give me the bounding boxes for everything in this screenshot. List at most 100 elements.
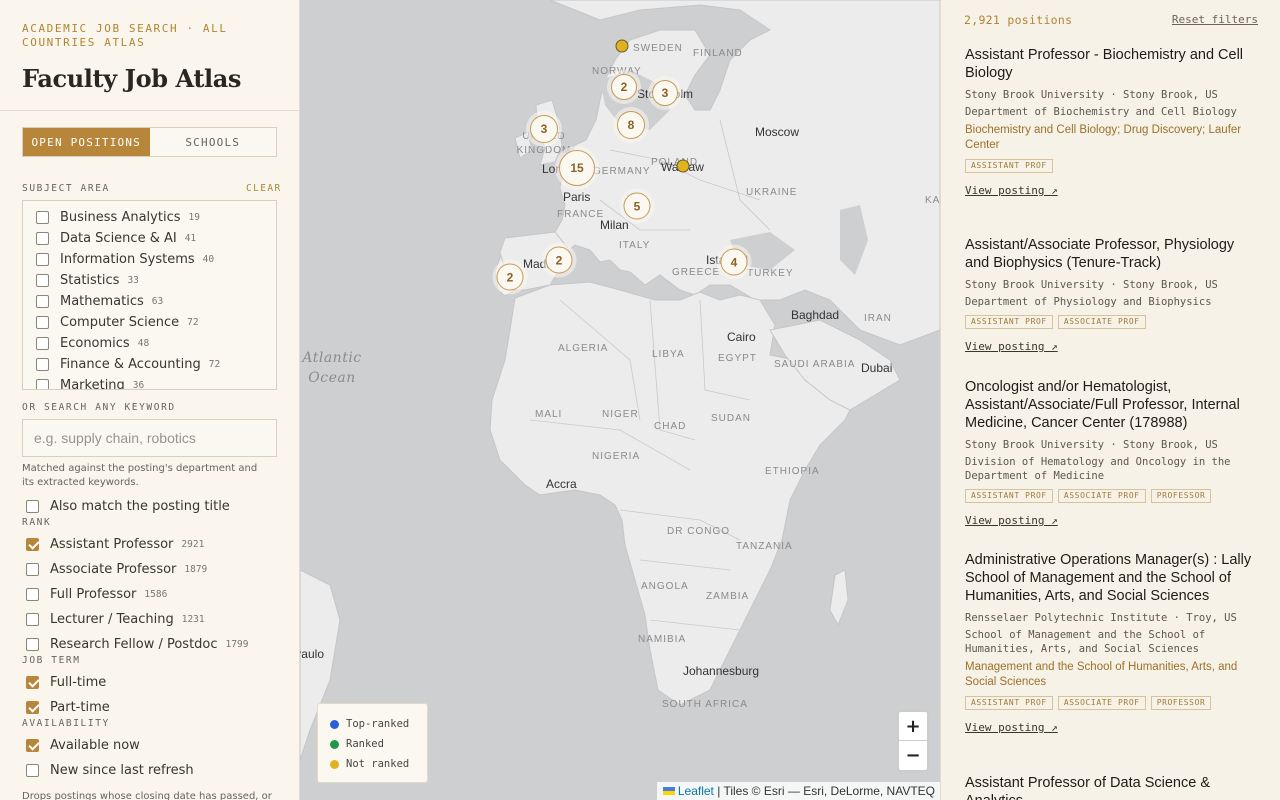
job-department: Division of Hematology and Oncology in t… xyxy=(965,456,1231,482)
view-posting-link[interactable]: View posting ↗ xyxy=(965,184,1058,197)
view-posting-link[interactable]: View posting ↗ xyxy=(965,514,1058,527)
subject-area-list[interactable]: Business Analytics 19 Data Science & AI 41… xyxy=(22,200,277,390)
checkbox[interactable] xyxy=(26,562,39,576)
subject-item[interactable]: Computer Science 72 xyxy=(23,312,276,333)
map-cluster-marker[interactable]: 3 xyxy=(652,80,678,106)
job-card: Oncologist and/or Hematologist, Assistan… xyxy=(965,378,1259,528)
rank-tag: PROFESSOR xyxy=(1150,696,1212,710)
leaflet-link[interactable]: Leaflet xyxy=(678,784,714,798)
availability-label: AVAILABILITY xyxy=(22,718,110,729)
schools-tab[interactable]: SCHOOLS xyxy=(150,128,277,156)
checkbox[interactable] xyxy=(26,738,39,752)
view-posting-link[interactable]: View posting ↗ xyxy=(965,340,1058,353)
checkbox[interactable] xyxy=(26,700,39,714)
country-label: FINLAND xyxy=(693,48,743,59)
rank-option[interactable]: Research Fellow / Postdoc 1799 xyxy=(26,636,248,652)
zoom-out-button[interactable]: − xyxy=(899,741,927,770)
subject-item[interactable]: Economics 48 xyxy=(23,333,276,354)
checkbox[interactable] xyxy=(26,499,39,513)
checkbox[interactable] xyxy=(36,337,49,350)
city-label: Paris xyxy=(563,190,591,204)
job-institution: Stony Brook University · Stony Brook, US xyxy=(965,89,1218,101)
subject-item[interactable]: Statistics 33 xyxy=(23,270,276,291)
rank-option[interactable]: Assistant Professor 2921 xyxy=(26,536,204,552)
job-title[interactable]: Oncologist and/or Hematologist, Assistan… xyxy=(965,378,1259,432)
subject-item[interactable]: Data Science & AI 41 xyxy=(23,228,276,249)
country-label: ITALY xyxy=(619,240,651,251)
dot-icon xyxy=(330,759,339,769)
rank-tag: ASSISTANT PROF xyxy=(965,159,1053,173)
legend-item-not-ranked: Not ranked xyxy=(330,754,415,774)
country-label: ALGERIA xyxy=(558,343,609,354)
rank-label: RANK xyxy=(22,517,52,528)
job-term-option[interactable]: Full-time xyxy=(26,674,106,690)
zoom-control: + − xyxy=(897,710,929,772)
country-label: FRANCE xyxy=(557,209,605,220)
job-title[interactable]: Administrative Operations Manager(s) : L… xyxy=(965,551,1259,605)
job-title[interactable]: Assistant Professor of Data Science & An… xyxy=(965,774,1259,800)
map-cluster-marker[interactable]: 2 xyxy=(496,263,524,291)
checkbox[interactable] xyxy=(26,675,39,689)
job-card: Assistant Professor of Data Science & An… xyxy=(965,774,1259,800)
job-tags: ASSISTANT PROF ASSOCIATE PROF xyxy=(965,315,1259,329)
subject-item[interactable]: Mathematics 63 xyxy=(23,291,276,312)
job-title[interactable]: Assistant Professor - Biochemistry and C… xyxy=(965,46,1259,82)
view-posting-link[interactable]: View posting ↗ xyxy=(965,721,1058,734)
rank-tag: ASSISTANT PROF xyxy=(965,696,1053,710)
map-pin-not-ranked[interactable] xyxy=(676,159,690,173)
map-cluster-marker[interactable]: 2 xyxy=(611,74,637,100)
tiles-attribution: | Tiles © Esri — Esri, DeLorme, NAVTEQ xyxy=(717,784,935,798)
map-view[interactable]: SWEDEN FINLAND NORWAY UNITED KINGDOM POL… xyxy=(300,0,940,800)
checkbox[interactable] xyxy=(36,253,49,266)
job-department: Department of Biochemistry and Cell Biol… xyxy=(965,106,1237,118)
map-pin-not-ranked[interactable] xyxy=(615,39,629,53)
checkbox[interactable] xyxy=(26,763,39,777)
checkbox[interactable] xyxy=(36,316,49,329)
checkbox[interactable] xyxy=(26,537,39,551)
job-title[interactable]: Assistant/Associate Professor, Physiolog… xyxy=(965,236,1259,272)
reset-filters-button[interactable]: Reset filters xyxy=(1172,13,1258,26)
checkbox[interactable] xyxy=(36,274,49,287)
availability-option[interactable]: Available now xyxy=(26,737,140,753)
match-title-option[interactable]: Also match the posting title xyxy=(26,498,230,514)
checkbox[interactable] xyxy=(36,295,49,308)
map-cluster-marker[interactable]: 15 xyxy=(559,150,595,186)
availability-note: Drops postings whose closing date has pa… xyxy=(22,791,272,800)
zoom-in-button[interactable]: + xyxy=(899,712,927,741)
checkbox[interactable] xyxy=(36,358,49,371)
map-cluster-marker[interactable]: 5 xyxy=(623,192,651,220)
keyword-label: OR SEARCH ANY KEYWORD xyxy=(22,402,176,413)
job-term-option[interactable]: Part-time xyxy=(26,699,110,715)
map-cluster-marker[interactable]: 3 xyxy=(530,115,558,143)
subject-item[interactable]: Marketing 36 xyxy=(23,375,276,389)
rank-option[interactable]: Full Professor 1586 xyxy=(26,586,167,602)
map-cluster-marker[interactable]: 2 xyxy=(545,246,573,274)
checkbox[interactable] xyxy=(36,211,49,224)
job-institution: Stony Brook University · Stony Brook, US xyxy=(965,279,1218,291)
city-label: Moscow xyxy=(755,125,800,139)
map-cluster-marker[interactable]: 4 xyxy=(720,248,748,276)
checkbox[interactable] xyxy=(26,587,39,601)
job-institution: Stony Brook University · Stony Brook, US xyxy=(965,439,1218,451)
subject-item[interactable]: Business Analytics 19 xyxy=(23,207,276,228)
country-label: GREECE xyxy=(672,267,721,278)
subject-item[interactable]: Finance & Accounting 72 xyxy=(23,354,276,375)
country-label: NIGER xyxy=(602,409,639,420)
checkbox[interactable] xyxy=(36,379,49,389)
checkbox[interactable] xyxy=(26,637,39,651)
open-positions-tab[interactable]: OPEN POSITIONS xyxy=(23,128,150,156)
map-cluster-marker[interactable]: 8 xyxy=(617,111,645,139)
rank-option[interactable]: Lecturer / Teaching 1231 xyxy=(26,611,205,627)
subject-item[interactable]: Information Systems 40 xyxy=(23,249,276,270)
country-label: KAZ xyxy=(925,195,940,206)
rank-option[interactable]: Associate Professor 1879 xyxy=(26,561,207,577)
checkbox[interactable] xyxy=(36,232,49,245)
rank-tag: ASSOCIATE PROF xyxy=(1057,315,1146,329)
availability-option[interactable]: New since last refresh xyxy=(26,762,194,778)
ukraine-flag-icon xyxy=(662,787,675,795)
keyword-search-input[interactable] xyxy=(22,419,277,457)
checkbox[interactable] xyxy=(26,612,39,626)
ocean-label: Atlantic Ocean xyxy=(302,350,362,386)
clear-subjects-button[interactable]: CLEAR xyxy=(246,183,282,194)
rank-tag: PROFESSOR xyxy=(1150,489,1212,503)
